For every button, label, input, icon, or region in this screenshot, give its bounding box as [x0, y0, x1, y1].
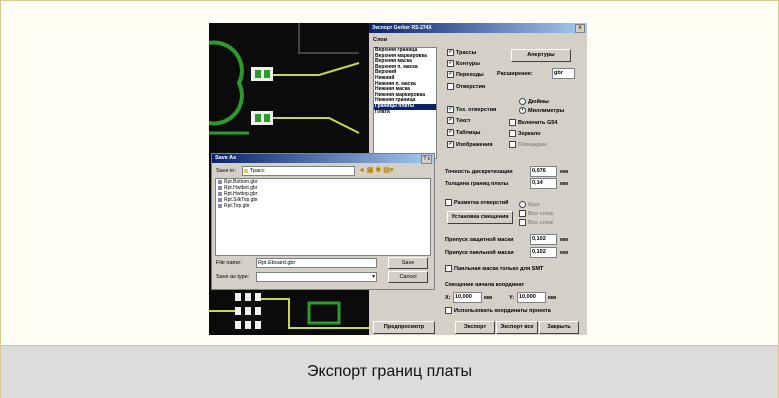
export-dialog-close-button[interactable]: x — [575, 24, 585, 33]
border-width-label: Толщина границ платы — [445, 181, 509, 187]
y-label: Y: — [509, 295, 515, 301]
mark-option-all-1[interactable]: Все слои — [519, 210, 553, 217]
precision-label: Точность дискретизации — [445, 169, 513, 175]
paste-margin-label: Припуск паяльной маски — [445, 250, 514, 256]
y-offset-field[interactable]: 10,000 — [517, 292, 546, 303]
option-check-1[interactable]: Зеркало — [509, 130, 540, 137]
file-name-label: File name: — [216, 260, 242, 266]
save-dialog-help-close[interactable]: ? x — [421, 155, 432, 164]
x-label: X: — [445, 295, 451, 301]
check-1[interactable]: ✓ Контуры — [447, 60, 480, 67]
toolbar-icons[interactable]: ◄ ▣ ✱ ▤▾ — [358, 166, 393, 174]
option-check-2[interactable]: Площадки — [509, 141, 546, 148]
layer-item[interactable]: Плата — [374, 109, 436, 116]
figure-caption: Экспорт границ платы — [1, 345, 778, 398]
preview-button[interactable]: Предпросмотр — [373, 321, 435, 334]
check-6[interactable]: ✓ Таблицы — [447, 129, 481, 136]
cancel-button[interactable]: Cancel — [388, 271, 428, 283]
export-dialog-title: Экспорт Gerber RS-274X — [369, 23, 587, 33]
border-width-field[interactable]: 0,14 — [530, 178, 557, 189]
extension-label: Расширение: — [497, 71, 533, 77]
mask-margin-label: Припуск защитной маски — [445, 237, 514, 243]
file-item[interactable]: Rpt.Top.gbr — [216, 203, 430, 209]
precision-unit: мм — [560, 169, 569, 175]
paste-margin-unit: мм — [560, 250, 569, 256]
folder-icon — [244, 168, 248, 173]
save-dialog-title: Save As — [212, 154, 434, 163]
paste-margin-field[interactable]: 0,102 — [530, 247, 557, 258]
file-icon — [218, 185, 222, 190]
close-button[interactable]: Закрыть — [539, 321, 579, 334]
y-unit: мм — [548, 295, 557, 301]
mask-margin-unit: мм — [560, 237, 569, 243]
save-in-label: Save in: — [216, 168, 236, 174]
file-name-field[interactable]: Rpt.Eboard.gbr — [256, 258, 377, 268]
precision-field[interactable]: 0,076 — [530, 166, 557, 177]
x-unit: мм — [484, 295, 493, 301]
mark-option-circle[interactable]: Круг — [519, 201, 540, 208]
embedded-screenshot: Экспорт Gerber RS-274X x Слои Верхняя гр… — [209, 23, 587, 335]
dropdown-arrow-icon: ▾ — [372, 274, 375, 280]
layers-label: Слои — [373, 37, 388, 43]
file-icon — [218, 203, 222, 208]
check-2[interactable]: ✓ Переходы — [447, 71, 484, 78]
layers-list[interactable]: Верхняя граница Верхняя маркировка Верхняя… — [373, 47, 437, 159]
extension-field[interactable]: gbr — [552, 68, 575, 79]
check-4[interactable]: ✓ Тех. отверстия — [447, 106, 496, 113]
save-type-select[interactable]: ▾ — [256, 272, 377, 282]
save-button[interactable]: Save — [388, 257, 428, 269]
offset-label: Смещение начала координат — [445, 282, 525, 288]
x-offset-field[interactable]: 10,000 — [453, 292, 482, 303]
mask-margin-field[interactable]: 0,102 — [530, 234, 557, 245]
file-icon — [218, 179, 222, 184]
option-check-0[interactable]: Включить G54 — [509, 119, 557, 126]
mark-option-all-2[interactable]: Все слои — [519, 219, 553, 226]
save-as-dialog: Save As ? x Save in: Трасс ◄ ▣ ✱ ▤▾ Rpt.… — [211, 153, 435, 290]
save-in-select[interactable]: Трасс — [242, 166, 355, 176]
save-type-label: Save as type: — [216, 274, 250, 280]
apertures-button[interactable]: Апертуры — [511, 49, 571, 62]
figure-frame: Экспорт Gerber RS-274X x Слои Верхняя гр… — [0, 0, 779, 398]
units-mm-radio[interactable]: • Миллиметры — [519, 107, 564, 114]
mark-holes-check[interactable]: Разметка отверстий — [445, 199, 509, 206]
check-0[interactable]: ✓ Трассы — [447, 49, 476, 56]
units-inches-radio[interactable]: Дюймы — [519, 98, 549, 105]
file-icon — [218, 197, 222, 202]
file-icon — [218, 191, 222, 196]
export-all-button[interactable]: Экспорт все — [496, 321, 538, 334]
install-offset-button[interactable]: Установка смещения — [447, 211, 513, 224]
smt-only-check[interactable]: Паяльная маска только для SMT — [445, 265, 543, 272]
use-project-coords-check[interactable]: Использовать координаты проекта — [445, 307, 551, 314]
check-3[interactable]: Отверстия — [447, 83, 485, 90]
check-7[interactable]: ✓ Изображения — [447, 141, 493, 148]
export-button[interactable]: Экспорт — [455, 321, 495, 334]
screenshot-area: Экспорт Gerber RS-274X x Слои Верхняя гр… — [1, 1, 778, 345]
check-5[interactable]: ✓ Текст — [447, 117, 471, 124]
border-width-unit: мм — [560, 181, 569, 187]
file-list[interactable]: Rpt.Bottom.gbr Rpt.Hwtbot.gbr Rpt.Hwttop.g… — [215, 178, 431, 256]
